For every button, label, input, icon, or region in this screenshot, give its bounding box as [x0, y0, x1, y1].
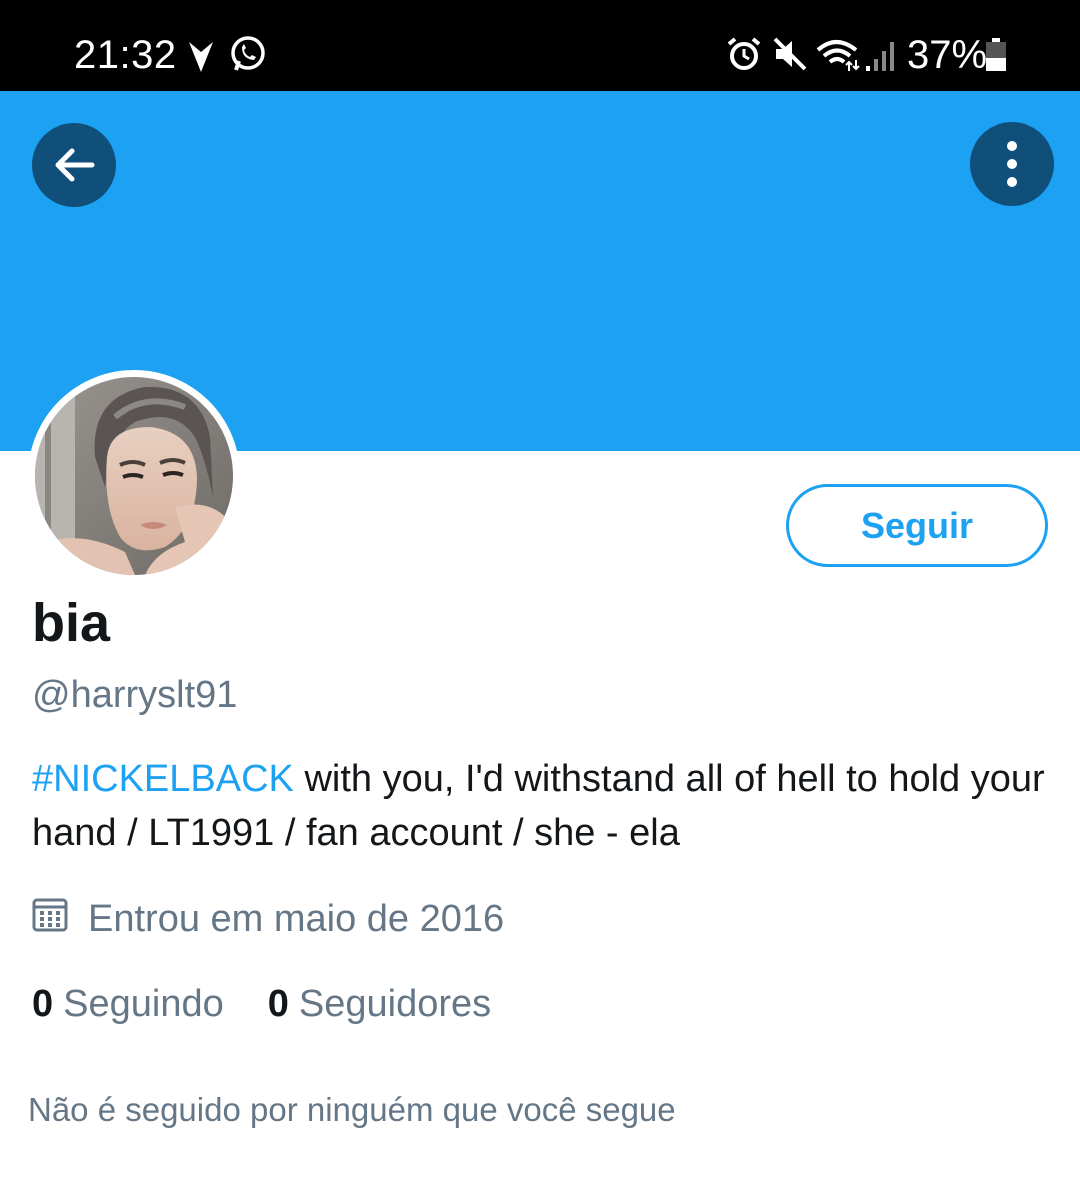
following-link[interactable]: 0 Seguindo	[32, 981, 224, 1027]
following-label: Seguindo	[63, 983, 224, 1025]
following-count: 0	[32, 983, 54, 1025]
status-bar: 21:32 37%	[0, 0, 1080, 91]
follow-stats: 0 Seguindo 0 Seguidores	[32, 981, 491, 1027]
battery-percent: 37%	[907, 33, 988, 77]
bio-hashtag-link[interactable]: #NICKELBACK	[32, 758, 294, 800]
user-handle: @harryslt91	[32, 674, 238, 716]
display-name: bia	[32, 593, 111, 653]
battery-icon	[985, 38, 1007, 77]
avatar-photo	[35, 377, 233, 575]
avatar[interactable]	[28, 370, 240, 582]
alarm-icon	[726, 36, 762, 77]
mute-icon	[772, 36, 808, 77]
mutual-followers-note: Não é seguido por ninguém que você segue	[28, 1091, 676, 1128]
arrow-left-icon	[52, 143, 96, 192]
followers-link[interactable]: 0 Seguidores	[268, 981, 491, 1027]
more-options-button[interactable]	[970, 122, 1054, 206]
profile-bio: #NICKELBACK with you, I'd withstand all …	[32, 752, 1052, 860]
follow-button[interactable]: Seguir	[786, 484, 1048, 567]
more-vertical-icon	[1004, 140, 1020, 193]
vpn-arrow-icon	[186, 36, 216, 79]
followers-count: 0	[267, 983, 289, 1025]
joined-date: Entrou em maio de 2016	[32, 896, 504, 942]
wifi-icon	[816, 38, 862, 77]
status-time: 21:32	[74, 33, 177, 77]
whatsapp-icon	[228, 34, 268, 79]
back-button[interactable]	[32, 123, 116, 207]
calendar-icon	[32, 896, 88, 942]
signal-icon	[864, 38, 898, 77]
followers-label: Seguidores	[298, 983, 492, 1025]
joined-text: Entrou em maio de 2016	[88, 897, 505, 940]
